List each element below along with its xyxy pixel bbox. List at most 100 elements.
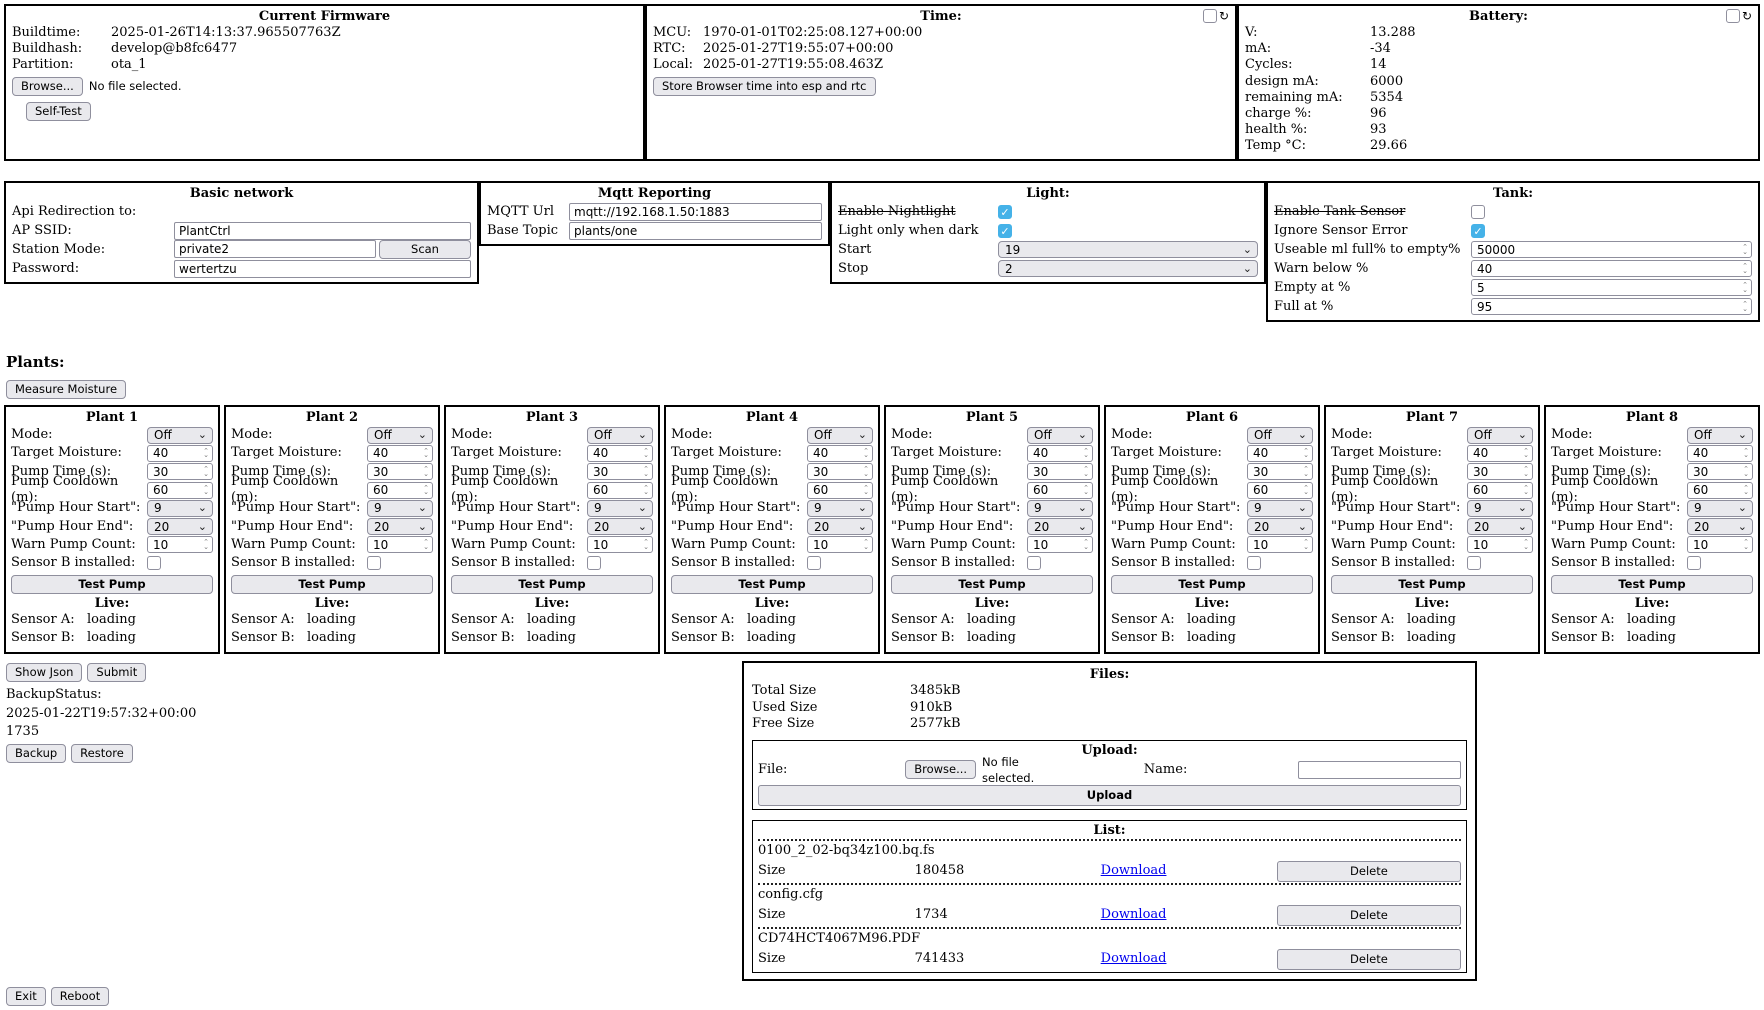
- refresh-icon[interactable]: ↻: [1742, 10, 1752, 23]
- spinner-icon[interactable]: ⌃⌄: [203, 449, 209, 458]
- spinner-icon[interactable]: ⌃⌄: [863, 486, 869, 495]
- time-auto-refresh-checkbox[interactable]: [1203, 9, 1217, 23]
- pump-hour-start-select[interactable]: 9⌄: [807, 500, 873, 517]
- empty-at-input[interactable]: 5⌃⌄: [1471, 279, 1752, 296]
- pump-hour-start-select[interactable]: 9⌄: [587, 500, 653, 517]
- spinner-icon[interactable]: ⌃⌄: [643, 540, 649, 549]
- mode-select[interactable]: Off⌄: [1027, 427, 1093, 444]
- scan-button[interactable]: Scan: [379, 240, 471, 259]
- spinner-icon[interactable]: ⌃⌄: [1523, 540, 1529, 549]
- warn-pump-count-input[interactable]: 10⌃⌄: [587, 536, 653, 553]
- pump-hour-end-select[interactable]: 20⌄: [367, 518, 433, 535]
- spinner-icon[interactable]: ⌃⌄: [1523, 449, 1529, 458]
- pump-cooldown-input[interactable]: 60⌃⌄: [807, 482, 873, 499]
- download-link[interactable]: Download: [1101, 907, 1277, 923]
- target-moisture-input[interactable]: 40⌃⌄: [1467, 445, 1533, 462]
- show-json-button[interactable]: Show Json: [6, 663, 82, 682]
- refresh-icon[interactable]: ↻: [1219, 10, 1229, 23]
- sensor-b-installed-checkbox[interactable]: [1687, 556, 1701, 570]
- spinner-icon[interactable]: ⌃⌄: [1083, 467, 1089, 476]
- test-pump-button[interactable]: Test Pump: [671, 575, 873, 594]
- target-moisture-input[interactable]: 40⌃⌄: [367, 445, 433, 462]
- mode-select[interactable]: Off⌄: [807, 427, 873, 444]
- mode-select[interactable]: Off⌄: [587, 427, 653, 444]
- battery-auto-refresh-checkbox[interactable]: [1726, 9, 1740, 23]
- self-test-button[interactable]: Self-Test: [26, 102, 91, 121]
- spinner-icon[interactable]: ⌃⌄: [423, 540, 429, 549]
- spinner-icon[interactable]: ⌃⌄: [1303, 449, 1309, 458]
- pump-hour-start-select[interactable]: 9⌄: [147, 500, 213, 517]
- pump-time-input[interactable]: 30⌃⌄: [587, 463, 653, 480]
- spinner-icon[interactable]: ⌃⌄: [203, 467, 209, 476]
- light-stop-select[interactable]: 2⌄: [998, 260, 1258, 277]
- enable-nightlight-checkbox[interactable]: [998, 205, 1012, 219]
- upload-browse-button[interactable]: Browse...: [905, 760, 976, 779]
- station-mode-input[interactable]: [174, 240, 376, 258]
- spinner-icon[interactable]: ⌃⌄: [1743, 449, 1749, 458]
- warn-pump-count-input[interactable]: 10⌃⌄: [1467, 536, 1533, 553]
- pump-time-input[interactable]: 30⌃⌄: [147, 463, 213, 480]
- base-topic-input[interactable]: [569, 222, 822, 240]
- test-pump-button[interactable]: Test Pump: [11, 575, 213, 594]
- measure-moisture-button[interactable]: Measure Moisture: [6, 380, 126, 399]
- spinner-icon[interactable]: ⌃⌄: [643, 449, 649, 458]
- pump-hour-start-select[interactable]: 9⌄: [1247, 500, 1313, 517]
- spinner-icon[interactable]: ⌃⌄: [1523, 467, 1529, 476]
- pump-cooldown-input[interactable]: 60⌃⌄: [1467, 482, 1533, 499]
- spinner-icon[interactable]: ⌃⌄: [1742, 245, 1748, 254]
- sensor-b-installed-checkbox[interactable]: [1247, 556, 1261, 570]
- download-link[interactable]: Download: [1101, 951, 1277, 967]
- warn-pump-count-input[interactable]: 10⌃⌄: [147, 536, 213, 553]
- target-moisture-input[interactable]: 40⌃⌄: [1687, 445, 1753, 462]
- spinner-icon[interactable]: ⌃⌄: [203, 486, 209, 495]
- light-start-select[interactable]: 19⌄: [998, 241, 1258, 258]
- delete-button[interactable]: Delete: [1277, 861, 1461, 882]
- target-moisture-input[interactable]: 40⌃⌄: [587, 445, 653, 462]
- pump-time-input[interactable]: 30⌃⌄: [1687, 463, 1753, 480]
- mode-select[interactable]: Off⌄: [147, 427, 213, 444]
- test-pump-button[interactable]: Test Pump: [231, 575, 433, 594]
- warn-pump-count-input[interactable]: 10⌃⌄: [1027, 536, 1093, 553]
- exit-button[interactable]: Exit: [6, 987, 46, 1006]
- full-at-input[interactable]: 95⌃⌄: [1471, 298, 1752, 315]
- spinner-icon[interactable]: ⌃⌄: [863, 449, 869, 458]
- sensor-b-installed-checkbox[interactable]: [1467, 556, 1481, 570]
- target-moisture-input[interactable]: 40⌃⌄: [1247, 445, 1313, 462]
- spinner-icon[interactable]: ⌃⌄: [1303, 467, 1309, 476]
- pump-hour-end-select[interactable]: 20⌄: [147, 518, 213, 535]
- pump-hour-start-select[interactable]: 9⌄: [367, 500, 433, 517]
- reboot-button[interactable]: Reboot: [51, 987, 109, 1006]
- spinner-icon[interactable]: ⌃⌄: [643, 467, 649, 476]
- pump-cooldown-input[interactable]: 60⌃⌄: [367, 482, 433, 499]
- spinner-icon[interactable]: ⌃⌄: [1303, 540, 1309, 549]
- restore-button[interactable]: Restore: [71, 744, 133, 763]
- sensor-b-installed-checkbox[interactable]: [147, 556, 161, 570]
- sensor-b-installed-checkbox[interactable]: [807, 556, 821, 570]
- pump-time-input[interactable]: 30⌃⌄: [1247, 463, 1313, 480]
- target-moisture-input[interactable]: 40⌃⌄: [147, 445, 213, 462]
- test-pump-button[interactable]: Test Pump: [891, 575, 1093, 594]
- spinner-icon[interactable]: ⌃⌄: [423, 486, 429, 495]
- test-pump-button[interactable]: Test Pump: [1551, 575, 1753, 594]
- spinner-icon[interactable]: ⌃⌄: [1742, 283, 1748, 292]
- firmware-browse-button[interactable]: Browse...: [12, 77, 83, 96]
- spinner-icon[interactable]: ⌃⌄: [863, 467, 869, 476]
- pump-cooldown-input[interactable]: 60⌃⌄: [1027, 482, 1093, 499]
- warn-pump-count-input[interactable]: 10⌃⌄: [1247, 536, 1313, 553]
- backup-button[interactable]: Backup: [6, 744, 66, 763]
- mode-select[interactable]: Off⌄: [1247, 427, 1313, 444]
- ap-ssid-input[interactable]: [174, 222, 471, 240]
- light-only-dark-checkbox[interactable]: [998, 224, 1012, 238]
- sensor-b-installed-checkbox[interactable]: [1027, 556, 1041, 570]
- download-link[interactable]: Download: [1101, 863, 1277, 879]
- upload-button[interactable]: Upload: [758, 785, 1461, 806]
- delete-button[interactable]: Delete: [1277, 949, 1461, 970]
- sensor-b-installed-checkbox[interactable]: [367, 556, 381, 570]
- pump-cooldown-input[interactable]: 60⌃⌄: [587, 482, 653, 499]
- ignore-sensor-error-checkbox[interactable]: [1471, 224, 1485, 238]
- store-browser-time-button[interactable]: Store Browser time into esp and rtc: [653, 77, 876, 96]
- spinner-icon[interactable]: ⌃⌄: [1083, 540, 1089, 549]
- warn-pump-count-input[interactable]: 10⌃⌄: [367, 536, 433, 553]
- pump-hour-start-select[interactable]: 9⌄: [1027, 500, 1093, 517]
- spinner-icon[interactable]: ⌃⌄: [1303, 486, 1309, 495]
